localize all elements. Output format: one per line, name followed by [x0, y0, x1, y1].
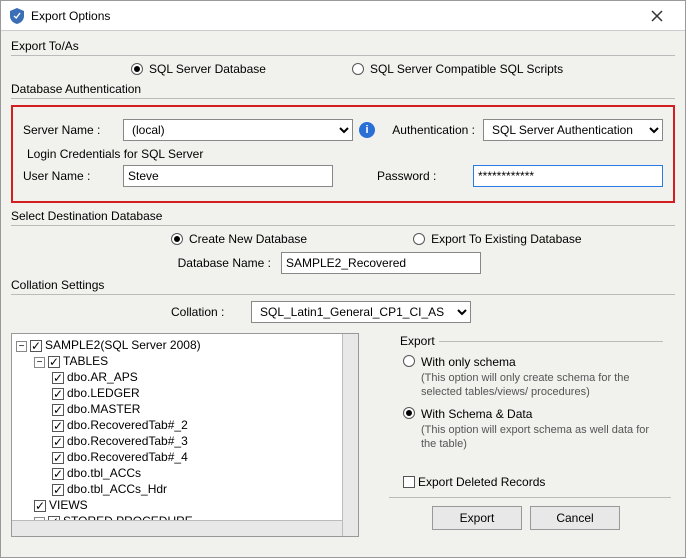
- checkbox[interactable]: [52, 404, 64, 416]
- radio-sql-server-label: SQL Server Database: [149, 62, 266, 76]
- window-title: Export Options: [31, 9, 110, 23]
- checkbox[interactable]: [52, 436, 64, 448]
- dbname-input[interactable]: [281, 252, 481, 274]
- toggle-icon[interactable]: −: [16, 341, 27, 352]
- tree-item: dbo.MASTER: [67, 402, 140, 416]
- tree-item: dbo.tbl_ACCs: [67, 466, 141, 480]
- radio-schema-only-label: With only schema: [421, 355, 516, 369]
- server-name-label: Server Name :: [23, 123, 123, 137]
- radio-schema-data[interactable]: [403, 407, 415, 419]
- object-tree[interactable]: −SAMPLE2(SQL Server 2008) −TABLES dbo.AR…: [11, 333, 359, 537]
- close-button[interactable]: [637, 2, 677, 30]
- dest-heading: Select Destination Database: [11, 209, 675, 223]
- collation-label: Collation :: [171, 305, 251, 319]
- toggle-icon[interactable]: −: [34, 357, 45, 368]
- export-heading: Export: [397, 334, 438, 348]
- info-icon[interactable]: i: [359, 122, 375, 138]
- checkbox[interactable]: [52, 452, 64, 464]
- radio-schema-only[interactable]: [403, 355, 415, 367]
- export-deleted-checkbox[interactable]: [403, 476, 415, 488]
- export-deleted-label: Export Deleted Records: [418, 475, 545, 489]
- authentication-select[interactable]: SQL Server Authentication: [483, 119, 663, 141]
- username-label: User Name :: [23, 169, 123, 183]
- checkbox[interactable]: [52, 420, 64, 432]
- tree-item: dbo.AR_APS: [67, 370, 138, 384]
- username-input[interactable]: [123, 165, 333, 187]
- checkbox[interactable]: [52, 468, 64, 480]
- radio-schema-data-label: With Schema & Data: [421, 407, 532, 421]
- schema-only-desc: (This option will only create schema for…: [421, 371, 661, 399]
- tree-item: dbo.RecoveredTab#_4: [67, 450, 188, 464]
- checkbox[interactable]: [34, 500, 46, 512]
- vertical-scrollbar[interactable]: [342, 334, 358, 536]
- checkbox[interactable]: [30, 340, 42, 352]
- checkbox[interactable]: [52, 388, 64, 400]
- radio-create-db[interactable]: [171, 233, 183, 245]
- tree-item: dbo.tbl_ACCs_Hdr: [67, 482, 167, 496]
- tree-item: dbo.LEDGER: [67, 386, 140, 400]
- tree-tables: TABLES: [63, 354, 108, 368]
- radio-sql-server[interactable]: [131, 63, 143, 75]
- tree-views: VIEWS: [49, 498, 88, 512]
- horizontal-scrollbar[interactable]: [12, 520, 342, 536]
- export-button[interactable]: Export: [432, 506, 522, 530]
- credentials-heading: Login Credentials for SQL Server: [27, 147, 663, 161]
- export-to-heading: Export To/As: [11, 39, 675, 53]
- schema-data-desc: (This option will export schema as well …: [421, 423, 661, 451]
- radio-sql-scripts-label: SQL Server Compatible SQL Scripts: [370, 62, 563, 76]
- checkbox[interactable]: [52, 484, 64, 496]
- radio-sql-scripts[interactable]: [352, 63, 364, 75]
- collation-heading: Collation Settings: [11, 278, 675, 292]
- tree-item: dbo.RecoveredTab#_2: [67, 418, 188, 432]
- titlebar: Export Options: [1, 1, 685, 31]
- checkbox[interactable]: [52, 372, 64, 384]
- authentication-label: Authentication :: [392, 123, 475, 137]
- app-icon: [9, 8, 25, 24]
- tree-item: dbo.RecoveredTab#_3: [67, 434, 188, 448]
- radio-existing-db-label: Export To Existing Database: [431, 232, 582, 246]
- password-input[interactable]: [473, 165, 663, 187]
- radio-existing-db[interactable]: [413, 233, 425, 245]
- server-name-select[interactable]: (local): [123, 119, 353, 141]
- dbname-label: Database Name :: [131, 256, 271, 270]
- password-label: Password :: [377, 169, 465, 183]
- cancel-button[interactable]: Cancel: [530, 506, 620, 530]
- tree-root: SAMPLE2(SQL Server 2008): [45, 338, 201, 352]
- db-auth-heading: Database Authentication: [11, 82, 675, 96]
- radio-create-db-label: Create New Database: [189, 232, 307, 246]
- collation-select[interactable]: SQL_Latin1_General_CP1_CI_AS: [251, 301, 471, 323]
- checkbox[interactable]: [48, 356, 60, 368]
- auth-highlight-box: Server Name : (local) i Authentication :…: [11, 105, 675, 203]
